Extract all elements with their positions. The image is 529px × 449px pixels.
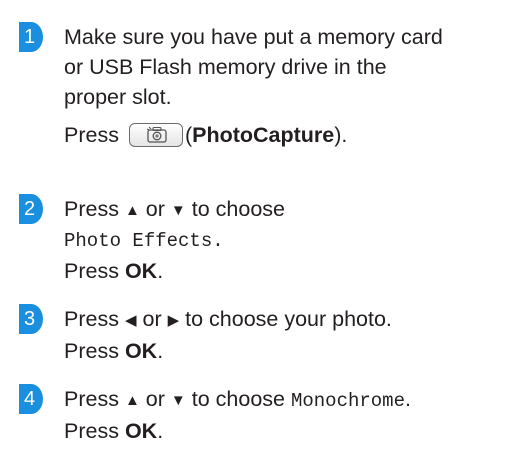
step-4-press-ok: Press OK. (64, 416, 525, 446)
step-2-body: Press ▲ or ▼ to choose Photo Effects. Pr… (64, 194, 525, 286)
camera-icon (146, 126, 167, 143)
step-number-badge: 2 (19, 194, 43, 224)
step-3-press-ok: Press OK. (64, 336, 525, 366)
left-arrow-icon: ◀ (124, 312, 137, 329)
step-2-line-1: Press ▲ or ▼ to choose (64, 194, 525, 226)
step-1-press-line: Press (PhotoCapture). (64, 120, 525, 150)
step-2-press-ok: Press OK. (64, 256, 525, 286)
photocapture-button[interactable] (128, 123, 183, 147)
choose-photo-text: to choose your photo. (185, 307, 392, 331)
press-text: Press (64, 307, 119, 331)
step-3-body: Press ◀ or ▶ to choose your photo. Press… (64, 304, 525, 366)
or-text: or (145, 197, 165, 221)
down-arrow-icon: ▼ (170, 202, 186, 219)
ok-key: OK (124, 419, 158, 443)
up-arrow-icon: ▲ (124, 202, 140, 219)
step-number-badge: 3 (19, 304, 43, 334)
press-text: Press (64, 259, 119, 283)
up-arrow-icon: ▲ (124, 392, 140, 409)
press-text: Press (64, 419, 119, 443)
step-number-badge: 4 (19, 384, 43, 414)
press-text: Press (64, 387, 119, 411)
press-text: Press (64, 339, 119, 363)
to-choose-text: to choose (191, 197, 285, 221)
or-text: or (142, 307, 162, 331)
to-choose-text: to choose (191, 387, 285, 411)
step-4-line-1: Press ▲ or ▼ to choose Monochrome. (64, 384, 525, 416)
step-1-line-3: proper slot. (64, 85, 172, 109)
step-3-line-1: Press ◀ or ▶ to choose your photo. (64, 304, 525, 336)
photo-effects-option: Photo Effects. (64, 230, 224, 252)
period: . (157, 259, 164, 283)
down-arrow-icon: ▼ (170, 392, 186, 409)
press-text: Press (64, 197, 119, 221)
ok-key: OK (124, 259, 158, 283)
period: . (405, 387, 411, 411)
right-arrow-icon: ▶ (167, 312, 180, 329)
ok-key: OK (124, 339, 158, 363)
step-number-badge: 1 (19, 22, 43, 52)
step-1-body: Make sure you have put a memory card or … (64, 22, 525, 150)
paren-close: ). (334, 123, 348, 147)
press-text: Press (64, 123, 119, 147)
monochrome-option: Monochrome (290, 390, 405, 412)
photocapture-label: PhotoCapture (192, 123, 335, 147)
period: . (157, 419, 164, 443)
period: . (157, 339, 164, 363)
step-1-line-1: Make sure you have put a memory card (64, 25, 443, 49)
step-1-line-2: or USB Flash memory drive in the (64, 55, 387, 79)
step-4-body: Press ▲ or ▼ to choose Monochrome. Press… (64, 384, 525, 446)
or-text: or (145, 387, 165, 411)
